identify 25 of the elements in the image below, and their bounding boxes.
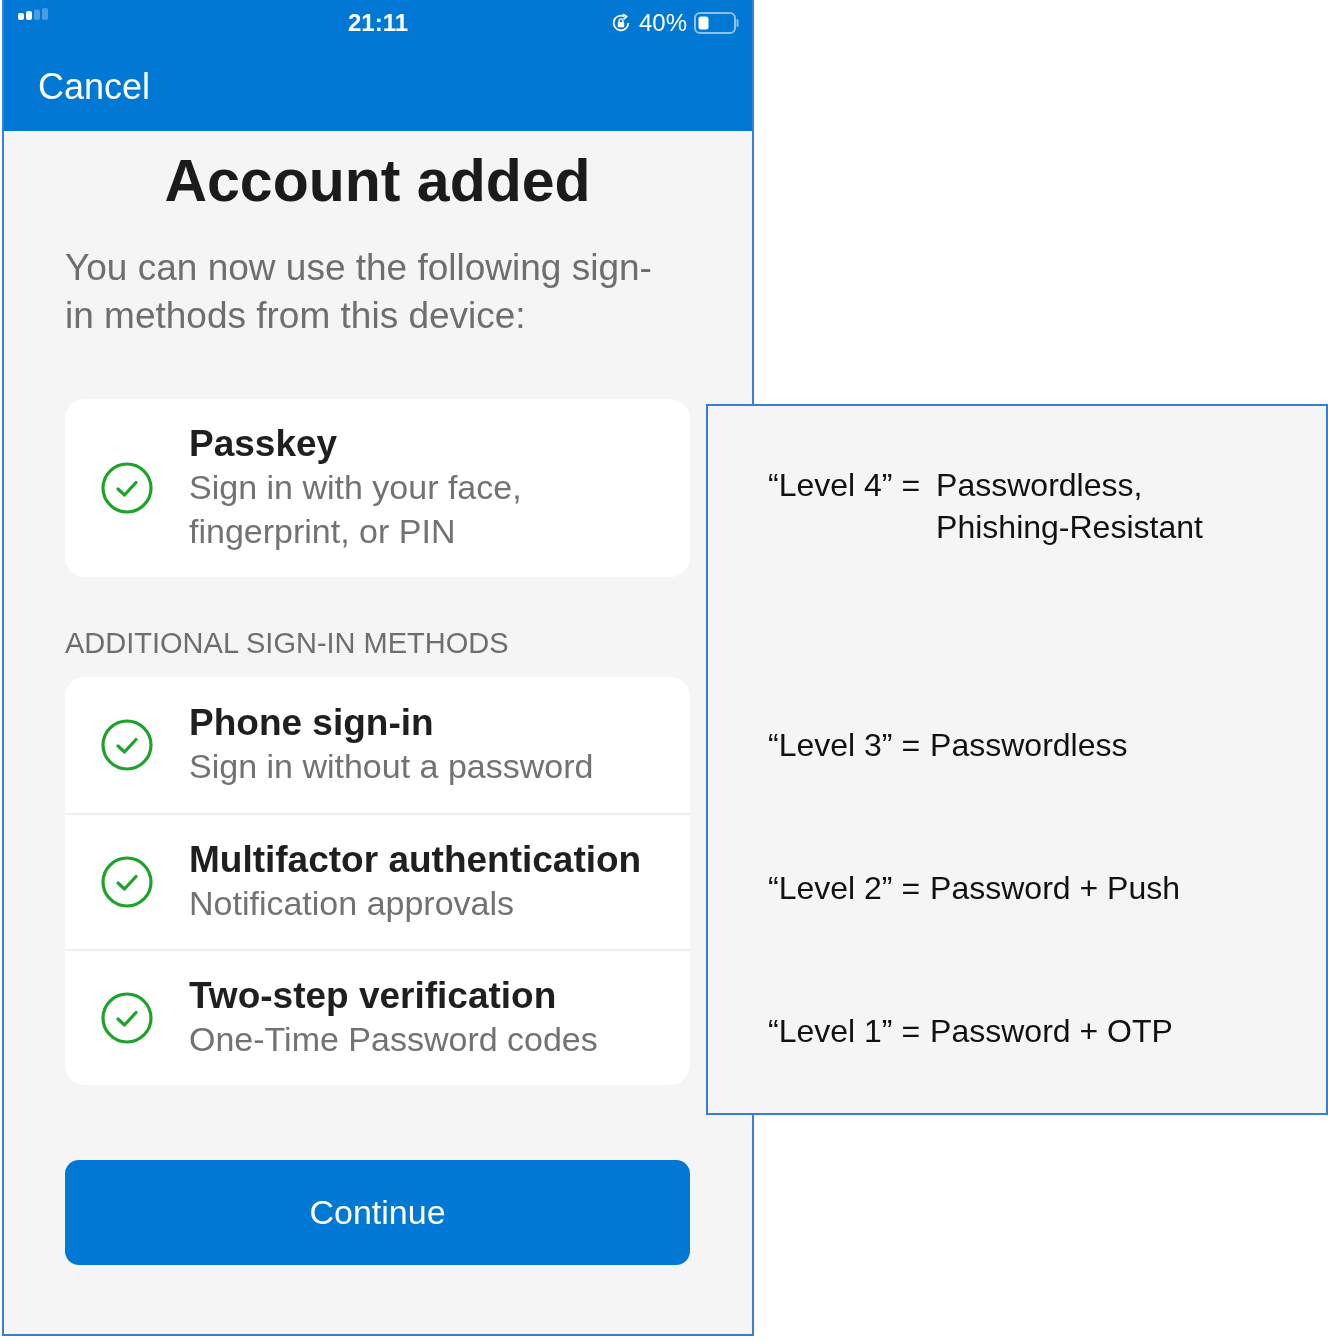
- method-description: Sign in with your face, fingerprint, or PIN: [189, 467, 523, 552]
- section-header: ADDITIONAL SIGN-IN METHODS: [65, 627, 510, 659]
- level-label: “Level 2” =: [768, 869, 921, 908]
- level-description: Password + OTP: [930, 1012, 1173, 1051]
- level-label: “Level 1” =: [768, 1012, 921, 1051]
- battery-percent: 40%: [638, 9, 687, 37]
- screen-title: Account added: [163, 148, 592, 215]
- level-description: Passwordless, Phishing-Resistant: [936, 466, 1204, 547]
- level-description: Passwordless: [930, 726, 1128, 765]
- level-description: Password + Push: [930, 869, 1180, 908]
- level-label: “Level 3” =: [768, 726, 921, 765]
- continue-button[interactable]: Continue: [65, 1160, 690, 1265]
- intro-text: You can now use the following sign-in methods from this device:: [65, 246, 653, 338]
- method-description: Sign in without a password: [189, 746, 594, 787]
- signal-icon: [18, 8, 50, 20]
- method-description: Notification approvals: [189, 883, 516, 924]
- method-title: Phone sign-in: [189, 702, 435, 744]
- battery-icon: [694, 12, 740, 34]
- cancel-button[interactable]: Cancel: [38, 65, 151, 108]
- method-title: Passkey: [189, 423, 339, 465]
- level-label: “Level 4” =: [768, 466, 921, 505]
- method-title: Two-step verification: [189, 975, 558, 1017]
- method-title: Multifactor authentication: [189, 839, 642, 881]
- status-time: 21:11: [347, 9, 409, 37]
- method-description: One-Time Password codes: [189, 1019, 598, 1060]
